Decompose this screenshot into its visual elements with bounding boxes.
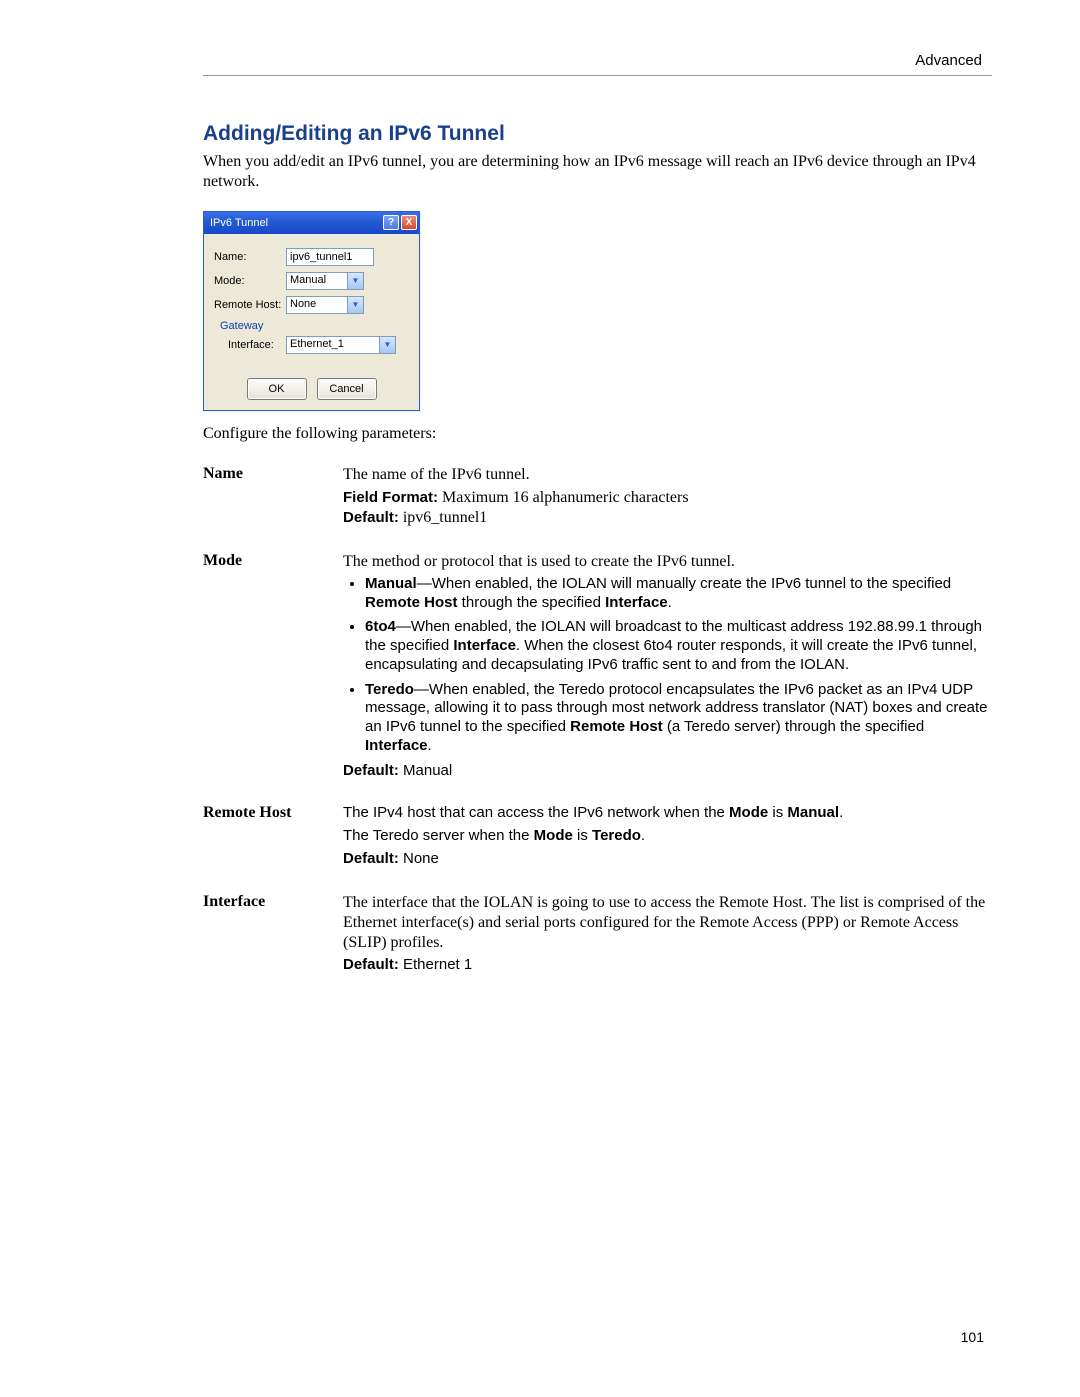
close-icon[interactable]: X — [401, 215, 417, 230]
cancel-button[interactable]: Cancel — [317, 378, 377, 400]
param-row-remote-host: Remote Host The IPv4 host that can acces… — [203, 804, 992, 868]
name-input[interactable] — [286, 248, 374, 266]
chevron-down-icon: ▼ — [347, 297, 363, 313]
group-gateway-label: Gateway — [220, 320, 409, 332]
dialog-body: Name: Mode: Manual ▼ Remote Host: None ▼ — [204, 234, 419, 410]
param-mode-desc: The method or protocol that is used to c… — [343, 552, 992, 572]
mode-select[interactable]: Manual ▼ — [286, 272, 364, 290]
param-name-field-format: Field Format: Maximum 16 alphanumeric ch… — [343, 488, 992, 508]
param-label-mode: Mode — [203, 552, 343, 570]
chevron-down-icon: ▼ — [379, 337, 395, 353]
chevron-down-icon: ▼ — [347, 273, 363, 289]
remote-host-select[interactable]: None ▼ — [286, 296, 364, 314]
label-interface: Interface: — [228, 339, 286, 351]
param-mode-default: Default: Manual — [343, 762, 992, 781]
page-number: 101 — [961, 1329, 984, 1345]
param-label-remote-host: Remote Host — [203, 804, 343, 822]
interface-select[interactable]: Ethernet_1 ▼ — [286, 336, 396, 354]
mode-bullet-manual: Manual—When enabled, the IOLAN will manu… — [365, 575, 992, 613]
label-name: Name: — [214, 251, 286, 263]
param-row-name: Name The name of the IPv6 tunnel. Field … — [203, 465, 992, 528]
help-icon[interactable]: ? — [383, 215, 399, 230]
interface-select-value: Ethernet_1 — [287, 337, 379, 353]
remote-host-line1: The IPv4 host that can access the IPv6 n… — [343, 804, 992, 823]
ipv6-tunnel-dialog: IPv6 Tunnel ? X Name: Mode: Manual ▼ — [203, 211, 420, 411]
label-mode: Mode: — [214, 275, 286, 287]
dialog-titlebar: IPv6 Tunnel ? X — [204, 212, 419, 234]
remote-host-line2: The Teredo server when the Mode is Tered… — [343, 827, 992, 846]
mode-select-value: Manual — [287, 273, 347, 289]
header-rule — [203, 75, 992, 76]
param-interface-default: Default: Ethernet 1 — [343, 956, 992, 975]
remote-host-select-value: None — [287, 297, 347, 313]
param-label-interface: Interface — [203, 893, 343, 911]
header-section: Advanced — [203, 52, 992, 69]
label-remote-host: Remote Host: — [214, 299, 286, 311]
mode-bullet-teredo: Teredo—When enabled, the Teredo protocol… — [365, 681, 992, 756]
param-row-mode: Mode The method or protocol that is used… — [203, 552, 992, 781]
param-name-desc: The name of the IPv6 tunnel. — [343, 465, 992, 485]
param-name-default: Default: ipv6_tunnel1 — [343, 508, 992, 528]
dialog-title: IPv6 Tunnel — [210, 217, 381, 229]
configure-line: Configure the following parameters: — [203, 425, 992, 443]
intro-paragraph: When you add/edit an IPv6 tunnel, you ar… — [203, 152, 992, 193]
param-interface-desc: The interface that the IOLAN is going to… — [343, 893, 992, 953]
param-label-name: Name — [203, 465, 343, 483]
ok-button[interactable]: OK — [247, 378, 307, 400]
param-row-interface: Interface The interface that the IOLAN i… — [203, 893, 992, 975]
param-remote-host-default: Default: None — [343, 850, 992, 869]
page-title: Adding/Editing an IPv6 Tunnel — [203, 122, 992, 146]
mode-bullet-6to4: 6to4—When enabled, the IOLAN will broadc… — [365, 618, 992, 674]
